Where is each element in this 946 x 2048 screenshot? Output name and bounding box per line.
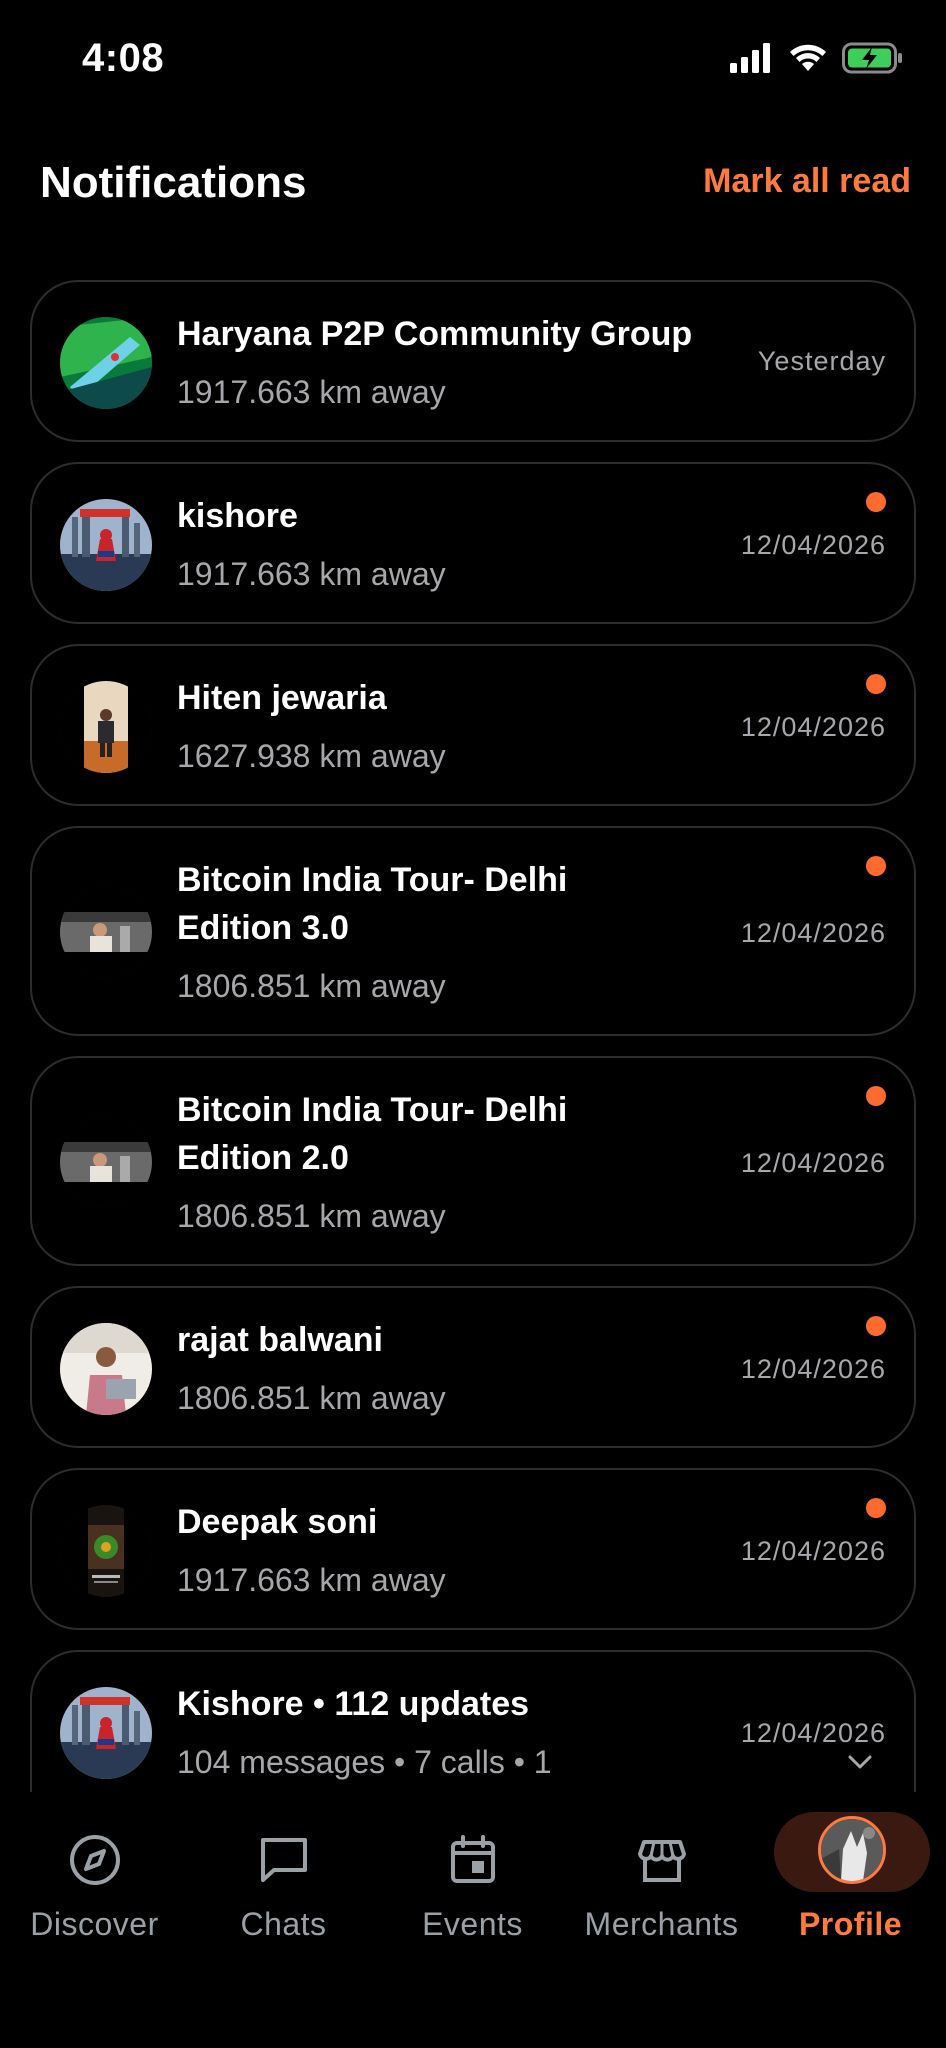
unread-dot [866,1316,886,1336]
notification-list[interactable]: Haryana P2P Community Group 1917.663 km … [30,280,916,1792]
event-avatar [60,886,152,978]
notification-card[interactable]: Bitcoin India Tour- Delhi Edition 2.0 18… [30,1056,916,1266]
bottom-tab-bar: Discover Chats Events Merchants Profile [0,1792,946,2048]
tab-events[interactable]: Events [378,1810,567,1950]
tab-merchants[interactable]: Merchants [567,1810,756,1950]
notification-date: 12/04/2026 [740,530,886,560]
store-icon [637,1840,686,1882]
notification-card[interactable]: Deepak soni 1917.663 km away 12/04/2026 [30,1468,916,1630]
notification-date: 12/04/2026 [740,1148,886,1178]
notification-card[interactable]: kishore 1917.663 km away 12/04/2026 [30,462,916,624]
battery-charging-icon [842,42,902,74]
notification-card[interactable]: Bitcoin India Tour- Delhi Edition 3.0 18… [30,826,916,1036]
profile-avatar[interactable] [818,1816,886,1884]
notification-title: Hiten jewaria [177,679,387,717]
notification-distance: 1806.851 km away [177,968,446,1004]
tab-label: Discover [30,1906,159,1942]
unread-dot [866,1086,886,1106]
user-avatar [60,1505,152,1597]
tab-label: Merchants [584,1906,739,1942]
notification-summary: 104 messages • 7 calls • 1 [177,1744,552,1780]
calendar-icon [450,1835,495,1883]
user-avatar [60,1323,152,1415]
unread-dot [866,492,886,512]
notification-distance: 1917.663 km away [177,374,446,410]
compass-icon [69,1835,120,1885]
unread-dot [866,674,886,694]
group-avatar [60,317,152,409]
page-title: Notifications [40,158,307,207]
mark-all-read-button[interactable]: Mark all read [703,162,911,201]
user-avatar [60,681,152,773]
notification-card[interactable]: Haryana P2P Community Group 1917.663 km … [30,280,916,442]
notification-date: Yesterday [757,346,886,376]
notification-title: Bitcoin India Tour- Delhi Edition 2.0 [177,1091,568,1177]
notification-title: rajat balwani [177,1321,383,1359]
wifi-icon [790,44,826,71]
user-avatar [60,1687,152,1779]
tab-chats[interactable]: Chats [189,1810,378,1950]
notification-distance: 1917.663 km away [177,556,446,592]
notification-title: Bitcoin India Tour- Delhi Edition 3.0 [177,861,568,947]
status-time: 4:08 [82,36,165,80]
unread-dot [866,1498,886,1518]
notification-distance: 1917.663 km away [177,1562,446,1598]
notification-date: 12/04/2026 [740,1536,886,1566]
tab-label: Events [422,1906,523,1942]
notification-title: Deepak soni [177,1503,378,1541]
notification-title: Haryana P2P Community Group [177,315,693,353]
notification-title: kishore [177,497,298,535]
user-avatar [60,499,152,591]
notification-distance: 1806.851 km away [177,1198,446,1234]
status-bar: 4:08 [0,0,946,120]
notification-card[interactable]: Hiten jewaria 1627.938 km away 12/04/202… [30,644,916,806]
cellular-signal-icon [730,43,770,73]
unread-dot [866,856,886,876]
notification-date: 12/04/2026 [740,1718,886,1748]
notification-date: 12/04/2026 [740,1354,886,1384]
notification-distance: 1627.938 km away [177,738,446,774]
chat-bubble-icon [260,1838,307,1882]
tab-label: Profile [798,1906,903,1942]
notification-date: 12/04/2026 [740,918,886,948]
notification-card[interactable]: rajat balwani 1806.851 km away 12/04/202… [30,1286,916,1448]
notification-card[interactable]: Kishore • 112 updates 104 messages • 7 c… [30,1650,916,1792]
event-avatar [60,1116,152,1208]
tab-discover[interactable]: Discover [0,1810,189,1950]
tab-label: Chats [240,1906,327,1942]
chevron-down-icon[interactable] [846,1752,874,1772]
notification-distance: 1806.851 km away [177,1380,446,1416]
status-icons [730,42,904,74]
header: Notifications Mark all read [0,140,946,220]
notification-date: 12/04/2026 [740,712,886,742]
notification-title: Kishore • 112 updates [177,1685,530,1723]
